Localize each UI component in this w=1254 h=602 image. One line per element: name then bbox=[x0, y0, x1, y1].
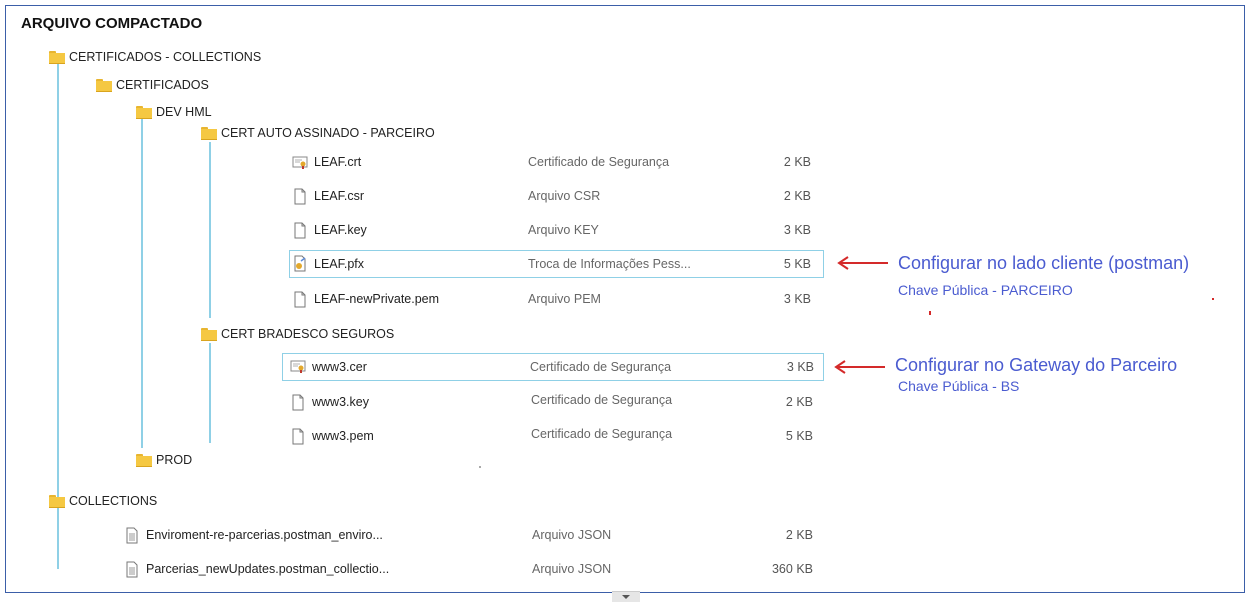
folder-dev-hml[interactable]: DEV HML bbox=[136, 105, 212, 119]
file-type: Certificado de Segurança bbox=[531, 393, 673, 407]
file-size: 3 KB bbox=[783, 292, 811, 306]
annotation-gateway-subtitle: Chave Pública - BS bbox=[898, 378, 1020, 394]
file-name: LEAF.csr bbox=[314, 189, 365, 203]
page-title: ARQUIVO COMPACTADO bbox=[21, 15, 203, 32]
scroll-down-icon[interactable] bbox=[612, 591, 640, 602]
file-size: 3 KB bbox=[783, 223, 811, 237]
file-icon bbox=[294, 188, 306, 205]
file-name: LEAF-newPrivate.pem bbox=[314, 292, 440, 306]
file-type: Arquivo KEY bbox=[528, 223, 599, 237]
folder-icon bbox=[96, 79, 112, 92]
file-type: Arquivo JSON bbox=[532, 562, 612, 576]
file-row[interactable]: LEAF.csr Arquivo CSR 2 KB bbox=[292, 186, 822, 208]
folder-icon bbox=[201, 127, 217, 140]
stray-mark bbox=[479, 466, 481, 468]
folder-label: CERTIFICADOS - COLLECTIONS bbox=[69, 50, 262, 64]
file-type: Arquivo JSON bbox=[532, 528, 612, 542]
folder-cert-bradesco[interactable]: CERT BRADESCO SEGUROS bbox=[201, 327, 394, 341]
certificate-icon bbox=[292, 156, 308, 169]
folder-collections[interactable]: COLLECTIONS bbox=[49, 494, 157, 508]
file-size: 2 KB bbox=[783, 155, 811, 169]
file-row[interactable]: LEAF-newPrivate.pem Arquivo PEM 3 KB bbox=[292, 289, 822, 311]
folder-label: CERTIFICADOS bbox=[116, 78, 209, 92]
document-icon bbox=[126, 561, 138, 578]
folder-icon bbox=[49, 495, 65, 508]
tree-line bbox=[209, 343, 211, 443]
tree-line bbox=[141, 118, 143, 448]
file-name: Parcerias_newUpdates.postman_collectio..… bbox=[146, 562, 390, 576]
certificate-icon bbox=[290, 360, 306, 373]
file-icon bbox=[294, 222, 306, 239]
file-size: 3 KB bbox=[786, 360, 814, 374]
file-type: Troca de Informações Pess... bbox=[528, 257, 691, 271]
stray-mark bbox=[929, 311, 931, 315]
file-type: Certificado de Segurança bbox=[531, 427, 673, 441]
file-row[interactable]: Enviroment-re-parcerias.postman_enviro..… bbox=[124, 525, 824, 547]
folder-label: CERT BRADESCO SEGUROS bbox=[221, 327, 395, 341]
file-row[interactable]: LEAF.key Arquivo KEY 3 KB bbox=[292, 220, 822, 242]
folder-icon bbox=[49, 51, 65, 64]
folder-prod[interactable]: PROD bbox=[136, 453, 192, 467]
file-size: 2 KB bbox=[785, 528, 813, 542]
red-arrow-icon bbox=[834, 360, 885, 374]
file-icon bbox=[292, 394, 304, 411]
file-icon bbox=[294, 291, 306, 308]
file-name: www3.cer bbox=[312, 360, 367, 374]
folder-icon bbox=[136, 454, 152, 467]
file-name: LEAF.crt bbox=[314, 155, 362, 169]
file-icon bbox=[292, 428, 304, 445]
file-row[interactable]: www3.pem Certificado de Segurança 5 KB bbox=[290, 426, 820, 448]
file-row[interactable]: Parcerias_newUpdates.postman_collectio..… bbox=[124, 559, 824, 581]
file-name: Enviroment-re-parcerias.postman_enviro..… bbox=[146, 528, 383, 542]
tree-line bbox=[209, 142, 211, 318]
annotation-client-title: Configurar no lado cliente (postman) bbox=[898, 253, 1190, 273]
file-size: 2 KB bbox=[785, 395, 813, 409]
red-arrow-icon bbox=[837, 256, 888, 270]
folder-certificados[interactable]: CERTIFICADOS bbox=[96, 78, 209, 92]
folder-icon bbox=[201, 328, 217, 341]
file-type: Arquivo PEM bbox=[528, 292, 601, 306]
folder-label: COLLECTIONS bbox=[69, 494, 158, 508]
folder-label: PROD bbox=[156, 453, 193, 467]
folder-certificados-collections[interactable]: CERTIFICADOS - COLLECTIONS bbox=[49, 50, 261, 64]
file-size: 2 KB bbox=[783, 189, 811, 203]
file-type: Certificado de Segurança bbox=[528, 155, 670, 169]
file-row-highlighted[interactable]: www3.cer Certificado de Segurança 3 KB bbox=[282, 353, 824, 381]
folder-label: DEV HML bbox=[156, 105, 212, 119]
stray-mark bbox=[1212, 298, 1214, 300]
file-row[interactable]: www3.key Certificado de Segurança 2 KB bbox=[290, 392, 820, 414]
file-size: 5 KB bbox=[785, 429, 813, 443]
file-row-highlighted[interactable]: LEAF.pfx Troca de Informações Pess... 5 … bbox=[289, 250, 824, 278]
file-name: LEAF.key bbox=[314, 223, 367, 237]
document-icon bbox=[126, 527, 138, 544]
pfx-icon bbox=[294, 255, 306, 272]
file-type: Certificado de Segurança bbox=[530, 360, 672, 374]
file-size: 5 KB bbox=[783, 257, 811, 271]
annotation-client-subtitle: Chave Pública - PARCEIRO bbox=[898, 282, 1073, 298]
annotation-gateway-title: Configurar no Gateway do Parceiro bbox=[895, 355, 1178, 375]
file-row[interactable]: LEAF.crt Certificado de Segurança 2 KB bbox=[292, 152, 822, 174]
folder-label: CERT AUTO ASSINADO - PARCEIRO bbox=[221, 126, 435, 140]
folder-icon bbox=[136, 106, 152, 119]
file-size: 360 KB bbox=[771, 562, 813, 576]
file-name: www3.key bbox=[312, 395, 369, 409]
folder-cert-auto-assinado[interactable]: CERT AUTO ASSINADO - PARCEIRO bbox=[201, 126, 435, 140]
file-type: Arquivo CSR bbox=[528, 189, 601, 203]
file-name: www3.pem bbox=[312, 429, 374, 443]
file-name: LEAF.pfx bbox=[314, 257, 365, 271]
